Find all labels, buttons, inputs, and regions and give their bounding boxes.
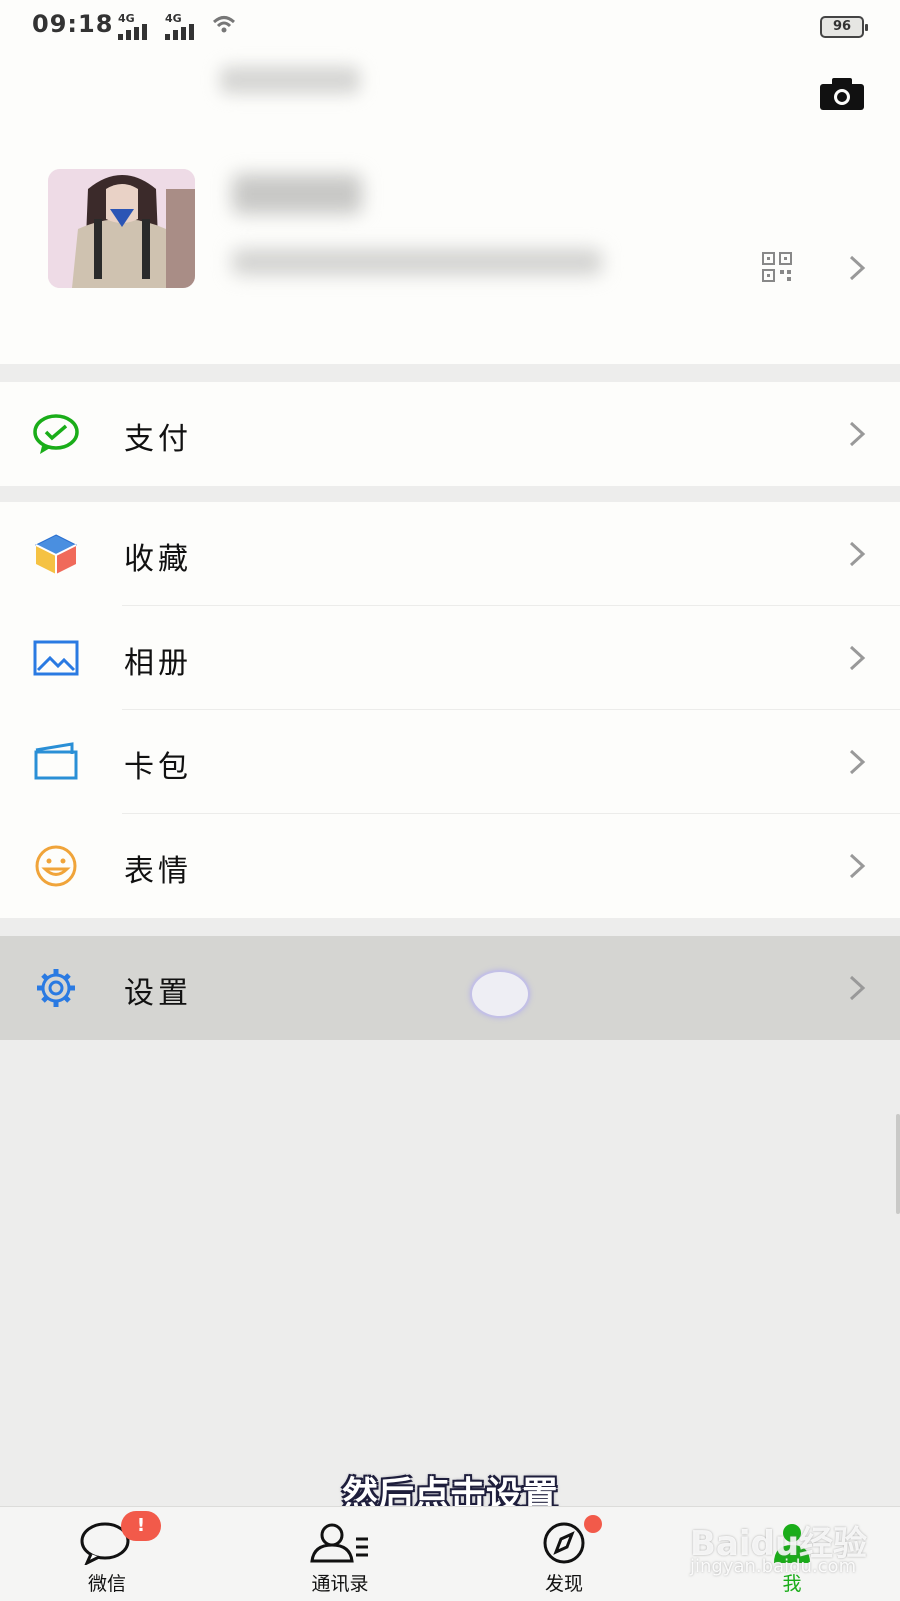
- menu-item-favorites[interactable]: 收藏: [0, 502, 900, 606]
- settings-row-content: 设置: [0, 936, 900, 1040]
- baidu-watermark-url: jingyan.baidu.com: [690, 1556, 857, 1577]
- main-menu-section: 收藏 相册 卡包 表情: [0, 502, 900, 918]
- wechat-pay-icon: [33, 414, 79, 454]
- unread-badge: !: [121, 1511, 161, 1541]
- chevron-right-icon: [849, 421, 866, 447]
- chevron-right-icon: [849, 853, 866, 879]
- menu-item-label: 收藏: [124, 542, 192, 577]
- smiley-icon: [35, 845, 77, 887]
- chevron-right-icon: [849, 255, 866, 281]
- menu-item-label: 设置: [124, 976, 192, 1011]
- menu-item-label: 卡包: [124, 750, 192, 785]
- wifi-icon: [212, 16, 236, 33]
- blurred-text: [220, 66, 360, 94]
- status-time: 09:18: [32, 10, 114, 38]
- chevron-right-icon: [849, 975, 866, 1001]
- avatar[interactable]: [48, 169, 195, 288]
- new-content-dot: [584, 1515, 602, 1533]
- touch-indicator: [470, 970, 530, 1018]
- status-bar: 09:18 4G 4G 96: [0, 0, 900, 56]
- tab-label: 通讯录: [311, 1573, 369, 1595]
- tab-label: 微信: [87, 1573, 126, 1595]
- menu-item-label: 相册: [124, 646, 192, 681]
- compass-icon: [543, 1522, 585, 1564]
- menu-item-label: 支付: [124, 422, 192, 457]
- scroll-handle[interactable]: [896, 1114, 900, 1214]
- chevron-right-icon: [849, 645, 866, 671]
- cube-icon: [34, 534, 78, 574]
- menu-item-album[interactable]: 相册: [0, 606, 900, 710]
- tab-discover[interactable]: 发现: [504, 1507, 624, 1601]
- blurred-nickname: [232, 174, 362, 214]
- qr-code-icon[interactable]: [762, 252, 792, 282]
- contacts-icon: [310, 1523, 368, 1563]
- tab-label: 发现: [544, 1573, 583, 1595]
- tab-contacts[interactable]: 通讯录: [280, 1507, 400, 1601]
- chevron-right-icon: [849, 541, 866, 567]
- menu-item-stickers[interactable]: 表情: [0, 814, 900, 918]
- blurred-wechat-id: [232, 249, 602, 275]
- menu-item-label: 表情: [124, 854, 192, 889]
- camera-icon[interactable]: [818, 76, 866, 112]
- battery-indicator: 96: [820, 16, 868, 38]
- menu-item-pay[interactable]: 支付: [0, 382, 900, 486]
- tab-chats[interactable]: ! 微信: [47, 1507, 167, 1601]
- picture-icon: [33, 640, 79, 676]
- menu-item-cards[interactable]: 卡包: [0, 710, 900, 814]
- chevron-right-icon: [849, 749, 866, 775]
- gear-icon: [37, 969, 75, 1007]
- card-icon: [34, 742, 78, 780]
- profile-header[interactable]: [0, 56, 900, 364]
- menu-item-settings[interactable]: 设置: [0, 936, 900, 1040]
- pay-section: 支付: [0, 382, 900, 486]
